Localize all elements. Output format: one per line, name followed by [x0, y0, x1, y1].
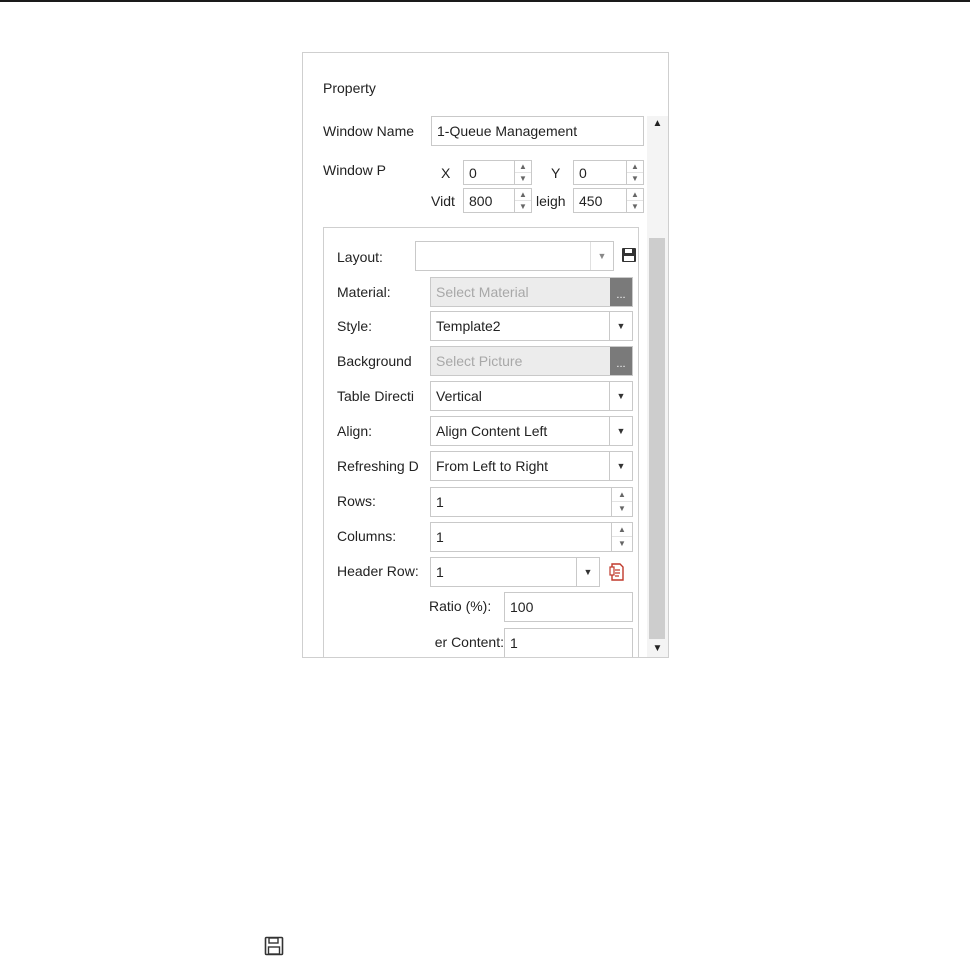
background-label: Background	[337, 353, 412, 369]
style-label: Style:	[337, 318, 373, 334]
scrollbar-thumb[interactable]	[649, 238, 665, 639]
ratio-input[interactable]: 100	[504, 592, 633, 622]
x-value: 0	[469, 165, 477, 181]
table-direction-chevron-down-icon[interactable]: ▼	[609, 382, 632, 410]
x-up-icon[interactable]: ▲	[515, 161, 531, 173]
height-down-icon[interactable]: ▼	[627, 201, 643, 213]
material-label: Material:	[337, 284, 391, 300]
refreshing-direction-chevron-down-icon[interactable]: ▼	[609, 452, 632, 480]
y-label: Y	[551, 165, 561, 181]
table-direction-value: Vertical	[436, 388, 482, 404]
ratio-value: 100	[510, 599, 534, 615]
top-rule	[0, 0, 970, 2]
material-input[interactable]: Select Material ...	[430, 277, 633, 307]
y-stepper[interactable]: 0 ▲ ▼	[573, 160, 644, 185]
x-down-icon[interactable]: ▼	[515, 173, 531, 185]
align-combo[interactable]: Align Content Left ▼	[430, 416, 633, 446]
style-value: Template2	[436, 318, 501, 334]
height-stepper[interactable]: 450 ▲ ▼	[573, 188, 644, 213]
vertical-scrollbar[interactable]: ▲ ▼	[647, 116, 668, 657]
y-down-icon[interactable]: ▼	[627, 173, 643, 185]
width-value: 800	[469, 193, 493, 209]
background-input[interactable]: Select Picture ...	[430, 346, 633, 376]
columns-stepper[interactable]: 1 ▲ ▼	[430, 522, 633, 552]
header-content-label: er Content:	[434, 634, 504, 650]
columns-label: Columns:	[337, 528, 397, 544]
layout-chevron-down-icon[interactable]: ▼	[590, 242, 613, 270]
window-name-input[interactable]: 1-Queue Management	[431, 116, 644, 146]
align-value: Align Content Left	[436, 423, 548, 439]
header-row-value: 1	[436, 564, 444, 580]
header-row-label: Header Row:	[337, 563, 419, 579]
background-browse-button[interactable]: ...	[610, 347, 632, 375]
rows-stepper[interactable]: 1 ▲ ▼	[430, 487, 633, 517]
x-label: X	[441, 165, 451, 181]
material-placeholder: Select Material	[436, 284, 529, 300]
y-value: 0	[579, 165, 587, 181]
refreshing-direction-label: Refreshing D	[337, 458, 419, 474]
background-placeholder: Select Picture	[436, 353, 523, 369]
rows-value: 1	[436, 494, 444, 510]
rows-down-icon[interactable]: ▼	[612, 502, 632, 516]
panel-title: Property	[323, 80, 376, 96]
refreshing-direction-value: From Left to Right	[436, 458, 549, 474]
scroll-up-icon[interactable]: ▲	[647, 116, 668, 132]
layout-label: Layout:	[337, 249, 383, 265]
style-combo[interactable]: Template2 ▼	[430, 311, 633, 341]
header-content-input[interactable]: 1	[504, 628, 633, 657]
table-direction-label: Table Directi	[337, 388, 415, 404]
scroll-down-icon[interactable]: ▼	[647, 641, 668, 657]
table-direction-combo[interactable]: Vertical ▼	[430, 381, 633, 411]
header-content-value: 1	[510, 635, 518, 651]
height-value: 450	[579, 193, 603, 209]
width-label: Vidt	[431, 193, 455, 209]
y-up-icon[interactable]: ▲	[627, 161, 643, 173]
columns-up-icon[interactable]: ▲	[612, 523, 632, 537]
header-row-combo[interactable]: 1 ▼	[430, 557, 600, 587]
align-label: Align:	[337, 423, 373, 439]
save-layout-icon[interactable]	[621, 247, 637, 263]
width-up-icon[interactable]: ▲	[515, 189, 531, 201]
rows-label: Rows:	[337, 493, 376, 509]
window-name-value: 1-Queue Management	[437, 123, 578, 139]
save-icon	[264, 936, 284, 956]
property-panel: Property Window Name 1-Queue Management …	[302, 52, 669, 658]
ratio-label: Ratio (%):	[429, 598, 492, 614]
x-stepper[interactable]: 0 ▲ ▼	[463, 160, 532, 185]
header-row-edit-icon[interactable]	[609, 563, 625, 581]
height-up-icon[interactable]: ▲	[627, 189, 643, 201]
refreshing-direction-combo[interactable]: From Left to Right ▼	[430, 451, 633, 481]
width-stepper[interactable]: 800 ▲ ▼	[463, 188, 532, 213]
layout-combo[interactable]: ▼	[415, 241, 614, 271]
window-name-label: Window Name	[323, 123, 415, 139]
window-position-label: Window P	[323, 162, 387, 178]
width-down-icon[interactable]: ▼	[515, 201, 531, 213]
columns-down-icon[interactable]: ▼	[612, 537, 632, 551]
material-browse-button[interactable]: ...	[610, 278, 632, 306]
columns-value: 1	[436, 529, 444, 545]
header-row-chevron-down-icon[interactable]: ▼	[576, 558, 599, 586]
table-settings-group: Layout: ▼ Material: Select Material ... …	[323, 227, 639, 657]
property-scroll-area: Window Name 1-Queue Management Window P …	[303, 116, 647, 657]
height-label: leigh	[536, 193, 566, 209]
align-chevron-down-icon[interactable]: ▼	[609, 417, 632, 445]
rows-up-icon[interactable]: ▲	[612, 488, 632, 502]
style-chevron-down-icon[interactable]: ▼	[609, 312, 632, 340]
